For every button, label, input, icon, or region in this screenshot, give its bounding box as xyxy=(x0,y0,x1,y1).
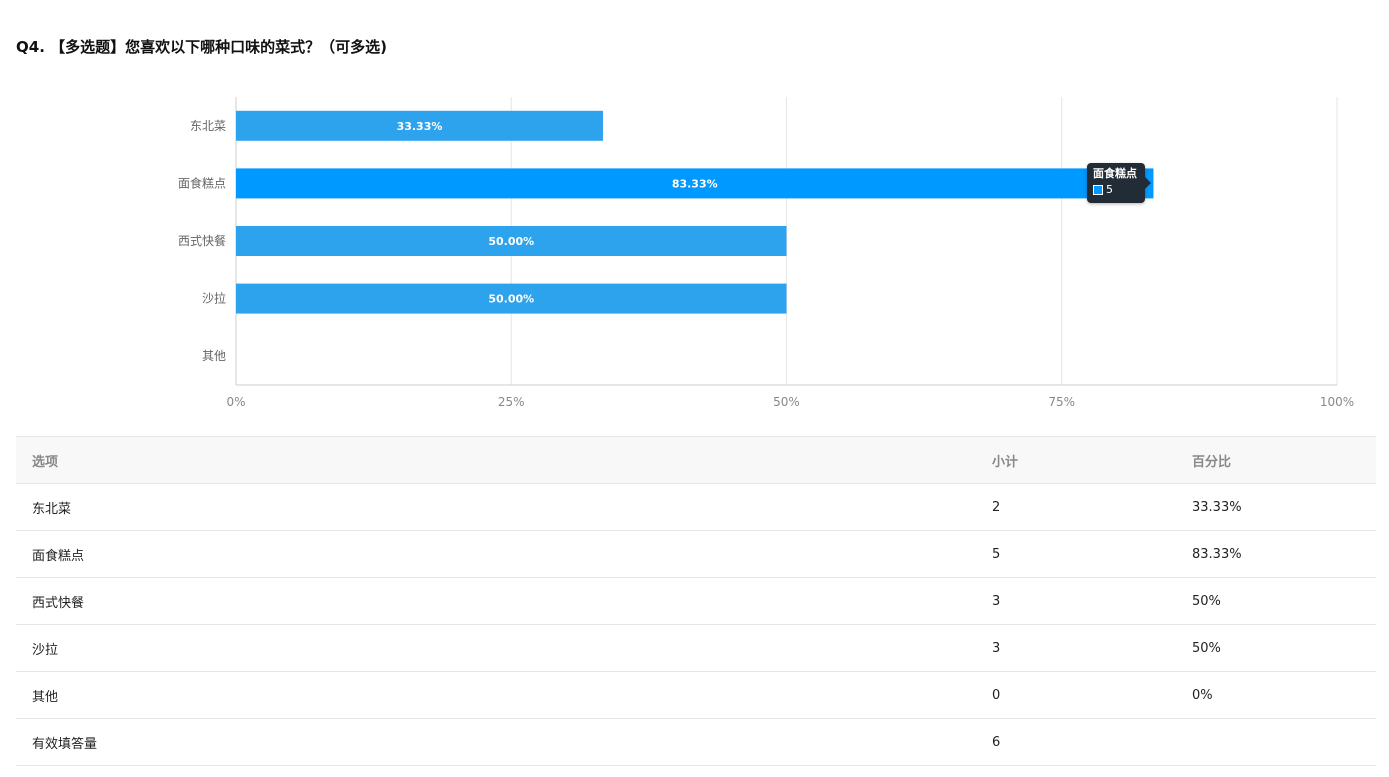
cell-count: 0 xyxy=(976,671,1176,719)
category-label: 沙拉 xyxy=(202,291,226,306)
table-row: 沙拉 3 50% xyxy=(16,624,1376,672)
table-row: 其他 0 0% xyxy=(16,671,1376,719)
cell-option: 其他 xyxy=(16,671,976,719)
data-label: 33.33% xyxy=(397,120,443,133)
cell-percent: 50% xyxy=(1176,577,1376,625)
cell-option: 东北菜 xyxy=(16,483,976,531)
x-tick-label: 100% xyxy=(1320,395,1354,409)
tooltip-swatch xyxy=(1093,185,1103,195)
chart-tooltip: 面食糕点 5 xyxy=(1087,163,1151,203)
cell-percent: 0% xyxy=(1176,671,1376,719)
tooltip-value: 5 xyxy=(1106,183,1113,196)
header-option: 选项 xyxy=(16,436,976,484)
data-label: 50.00% xyxy=(488,235,534,248)
cell-percent: 50% xyxy=(1176,624,1376,672)
cell-count: 3 xyxy=(976,577,1176,625)
table-row: 东北菜 2 33.33% xyxy=(16,483,1376,531)
chart-svg: 0% 25% 50% 75% 100% 东北菜 33.33% 面食糕点 83.33% 西式快餐 50… xyxy=(178,97,1354,409)
cell-count: 2 xyxy=(976,483,1176,531)
category-label: 西式快餐 xyxy=(178,233,226,248)
cell-percent: 33.33% xyxy=(1176,483,1376,531)
cell-count: 6 xyxy=(976,718,1176,766)
data-label: 83.33% xyxy=(672,177,718,190)
x-tick-label: 50% xyxy=(773,395,800,409)
results-table: 选项 小计 百分比 东北菜 2 33.33% 面食糕点 5 83.33% 西式快… xyxy=(16,436,1376,766)
table-row: 面食糕点 5 83.33% xyxy=(16,530,1376,578)
data-label: 50.00% xyxy=(488,293,534,306)
x-tick-label: 75% xyxy=(1048,395,1075,409)
cell-count: 5 xyxy=(976,530,1176,578)
cell-option: 西式快餐 xyxy=(16,577,976,625)
category-label: 东北菜 xyxy=(190,119,226,133)
table-row-total: 有效填答量 6 xyxy=(16,718,1376,766)
cell-option: 有效填答量 xyxy=(16,718,976,766)
cell-percent xyxy=(1176,718,1376,766)
category-label: 面食糕点 xyxy=(178,175,226,190)
header-count: 小计 xyxy=(976,436,1176,484)
cell-percent: 83.33% xyxy=(1176,530,1376,578)
table-header-row: 选项 小计 百分比 xyxy=(16,436,1376,484)
cell-option: 面食糕点 xyxy=(16,530,976,578)
header-percent: 百分比 xyxy=(1176,436,1376,484)
cell-count: 3 xyxy=(976,624,1176,672)
category-label: 其他 xyxy=(202,349,226,363)
x-tick-label: 25% xyxy=(498,395,525,409)
tooltip-series-name: 面食糕点 xyxy=(1093,167,1137,180)
table-row: 西式快餐 3 50% xyxy=(16,577,1376,625)
cell-option: 沙拉 xyxy=(16,624,976,672)
bar-chart: 0% 25% 50% 75% 100% 东北菜 33.33% 面食糕点 83.33% 西式快餐 50… xyxy=(0,0,1389,430)
x-tick-label: 0% xyxy=(226,395,245,409)
